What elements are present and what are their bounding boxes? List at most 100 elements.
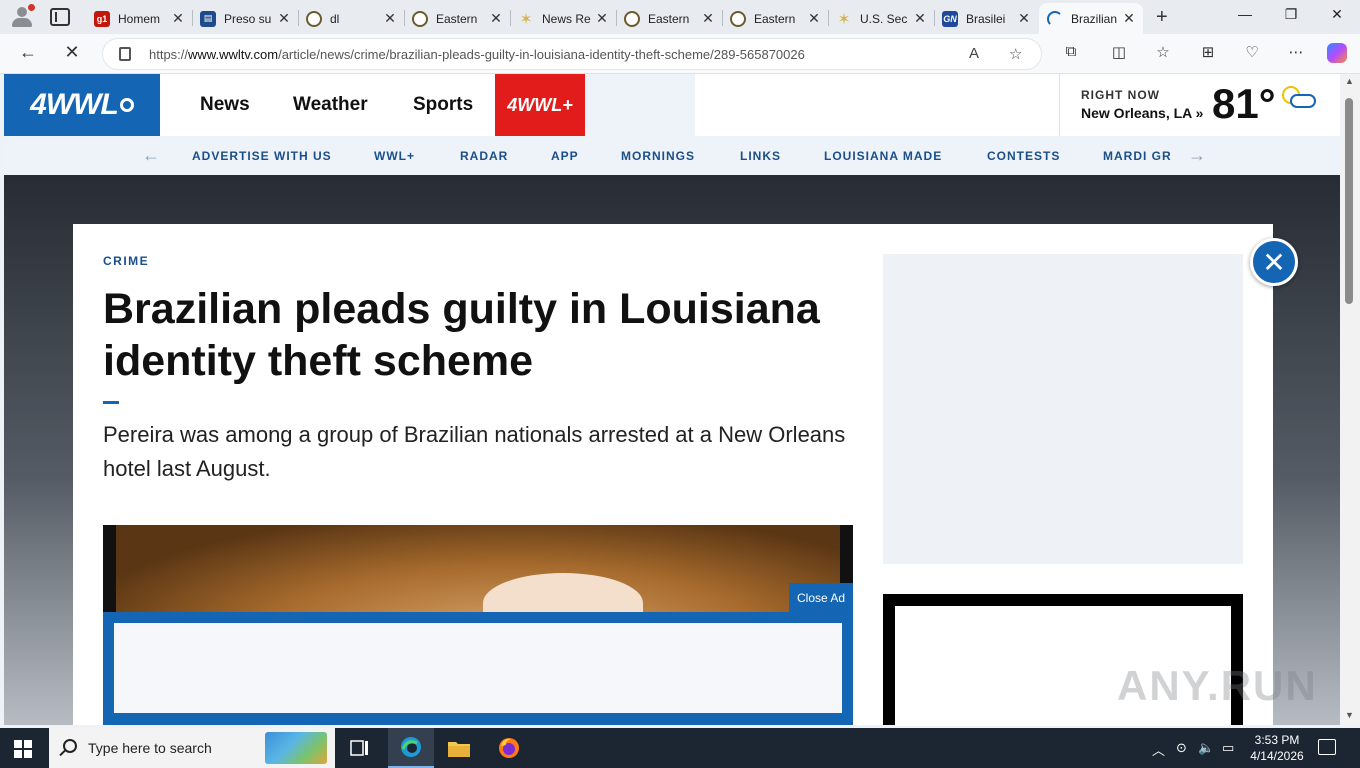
close-tab-icon[interactable]: ✕ (912, 10, 928, 27)
url-domain: www.wwltv.com (188, 47, 279, 62)
subnav-app[interactable]: APP (551, 149, 579, 163)
browser-tab[interactable]: Eastern ✕ (722, 3, 828, 34)
tab-title: dl (330, 11, 340, 26)
subnav-links[interactable]: LINKS (740, 149, 781, 163)
copilot-icon[interactable] (1327, 43, 1347, 63)
tab-title: Eastern (436, 11, 478, 26)
close-tab-icon[interactable]: ✕ (1016, 10, 1032, 27)
browser-tab[interactable]: dl ✕ (298, 3, 404, 34)
close-tab-icon[interactable]: ✕ (806, 10, 822, 27)
subnav-contests[interactable]: CONTESTS (987, 149, 1060, 163)
sidebar-ad[interactable] (883, 254, 1243, 564)
collections-icon[interactable]: ⊞ (1197, 43, 1219, 61)
weather-widget[interactable]: RIGHT NOW New Orleans, LA » 81° (1059, 74, 1340, 136)
headline-divider (103, 401, 119, 404)
read-aloud-icon[interactable]: A (969, 45, 979, 62)
partly-cloudy-icon (1282, 86, 1316, 110)
address-bar[interactable]: https://www.wwltv.com/article/news/crime… (102, 38, 1042, 70)
url-path: /article/news/crime/brazilian-pleads-gui… (278, 47, 805, 62)
nav-sports[interactable]: Sports (413, 94, 473, 116)
browser-tab[interactable]: ▤ Preso su ✕ (192, 3, 298, 34)
volume-icon[interactable]: 🔈 (1198, 740, 1214, 756)
close-tab-icon[interactable]: ✕ (382, 10, 398, 27)
nav-weather[interactable]: Weather (293, 94, 368, 116)
notifications-icon[interactable] (1318, 739, 1336, 755)
seal-favicon-icon (624, 10, 640, 27)
browser-tab[interactable]: Eastern ✕ (404, 3, 510, 34)
article-summary: Pereira was among a group of Brazilian n… (103, 422, 846, 481)
bottom-ad-banner[interactable] (103, 612, 853, 725)
favorite-star-icon[interactable]: ☆ (1009, 45, 1022, 63)
browser-tab[interactable]: GN Brasilei ✕ (934, 3, 1038, 34)
seal-favicon-icon (412, 10, 428, 27)
close-tab-icon[interactable]: ✕ (488, 10, 504, 27)
tray-overflow-icon[interactable]: ︿ (1152, 740, 1165, 759)
subnav-mornings[interactable]: MORNINGS (621, 149, 695, 163)
browser-tab-active[interactable]: Brazilian ✕ (1039, 3, 1143, 34)
browser-essentials-icon[interactable]: ♡ (1241, 43, 1263, 61)
extensions-icon[interactable]: ⧉ (1060, 43, 1082, 60)
scroll-up-icon[interactable]: ▲ (1345, 76, 1354, 86)
close-tab-icon[interactable]: ✕ (1121, 10, 1137, 27)
scroll-down-icon[interactable]: ▼ (1345, 710, 1354, 720)
scrollbar-thumb[interactable] (1345, 98, 1353, 304)
secondary-nav: ← ADVERTISE WITH US WWL+ RADAR APP MORNI… (4, 136, 1340, 175)
close-tab-icon[interactable]: ✕ (700, 10, 716, 27)
windows-start-icon[interactable] (14, 740, 32, 758)
task-view-icon[interactable] (337, 728, 383, 768)
lock-icon[interactable] (119, 47, 131, 61)
browser-tab[interactable]: ✶ U.S. Sec ✕ (828, 3, 934, 34)
close-tab-icon[interactable]: ✕ (170, 10, 186, 27)
back-icon[interactable]: ← (16, 42, 40, 63)
stop-loading-icon[interactable]: ✕ (60, 42, 84, 63)
subnav-prev-arrow-icon[interactable]: ← (142, 145, 160, 166)
plus-streaming-button[interactable]: 4WWL+ (495, 74, 585, 136)
close-ad-button[interactable]: Close Ad (789, 583, 853, 612)
favorites-icon[interactable]: ☆ (1152, 43, 1174, 61)
close-modal-icon[interactable]: ✕ (1250, 238, 1298, 286)
browser-tab[interactable]: Eastern ✕ (616, 3, 722, 34)
close-tab-icon[interactable]: ✕ (276, 10, 292, 27)
clock-date: 4/14/2026 (1250, 749, 1304, 763)
minimize-icon[interactable]: — (1235, 6, 1255, 22)
search-highlight-image (265, 732, 327, 764)
gn-favicon-icon: GN (942, 10, 958, 27)
weather-temperature: 81° (1212, 80, 1276, 127)
firefox-icon[interactable] (486, 728, 532, 768)
subnav-wwl-plus[interactable]: WWL+ (374, 149, 415, 163)
browser-toolbar: ← ✕ https://www.wwltv.com/article/news/c… (0, 34, 1360, 74)
more-menu-icon[interactable]: ⋯ (1285, 43, 1307, 61)
split-screen-icon[interactable]: ◫ (1108, 43, 1130, 61)
url-prefix: https:// (149, 47, 189, 62)
subnav-next-arrow-icon[interactable]: → (1188, 145, 1206, 166)
browser-tab-strip: g1 Homem ✕ ▤ Preso su ✕ dl ✕ Eastern ✕ ✶… (0, 0, 1360, 34)
taskbar-clock[interactable]: 3:53 PM 4/14/2026 (1246, 732, 1308, 764)
url-text[interactable]: https://www.wwltv.com/article/news/crime… (149, 47, 805, 62)
windows-taskbar: Type here to search ︿ ⊙ 🔈 ▭ 3:53 PM 4/14… (0, 728, 1360, 768)
subnav-radar[interactable]: RADAR (460, 149, 508, 163)
network-icon[interactable]: ▭ (1222, 740, 1234, 756)
tab-actions-icon[interactable] (50, 8, 70, 26)
tab-title: Brasilei (966, 11, 1006, 26)
weather-location[interactable]: New Orleans, LA » (1081, 105, 1203, 121)
nav-news[interactable]: News (200, 94, 250, 116)
profile-icon[interactable] (8, 4, 36, 30)
page-scrollbar[interactable]: ▲ ▼ (1341, 74, 1360, 725)
browser-tab[interactable]: g1 Homem ✕ (86, 3, 192, 34)
close-window-icon[interactable]: ✕ (1327, 6, 1347, 23)
clock-time: 3:53 PM (1254, 733, 1300, 747)
taskbar-search-box[interactable]: Type here to search (49, 728, 335, 768)
new-tab-icon[interactable]: + (1156, 6, 1168, 29)
close-tab-icon[interactable]: ✕ (594, 10, 610, 27)
file-explorer-icon[interactable] (436, 728, 482, 768)
site-header: 4WWL News Weather Sports 4WWL+ RIGHT NOW… (4, 74, 1340, 136)
site-logo[interactable]: 4WWL (4, 74, 160, 136)
subnav-advertise[interactable]: ADVERTISE WITH US (192, 149, 332, 163)
subnav-mardi-gras[interactable]: MARDI GR (1103, 149, 1173, 163)
browser-tab[interactable]: ✶ News Re ✕ (510, 3, 616, 34)
edge-taskbar-icon[interactable] (388, 728, 434, 768)
article-category[interactable]: CRIME (103, 254, 149, 268)
subnav-louisiana-made[interactable]: LOUISIANA MADE (824, 149, 942, 163)
meet-now-icon[interactable]: ⊙ (1176, 740, 1187, 756)
restore-icon[interactable]: ❐ (1281, 6, 1301, 23)
